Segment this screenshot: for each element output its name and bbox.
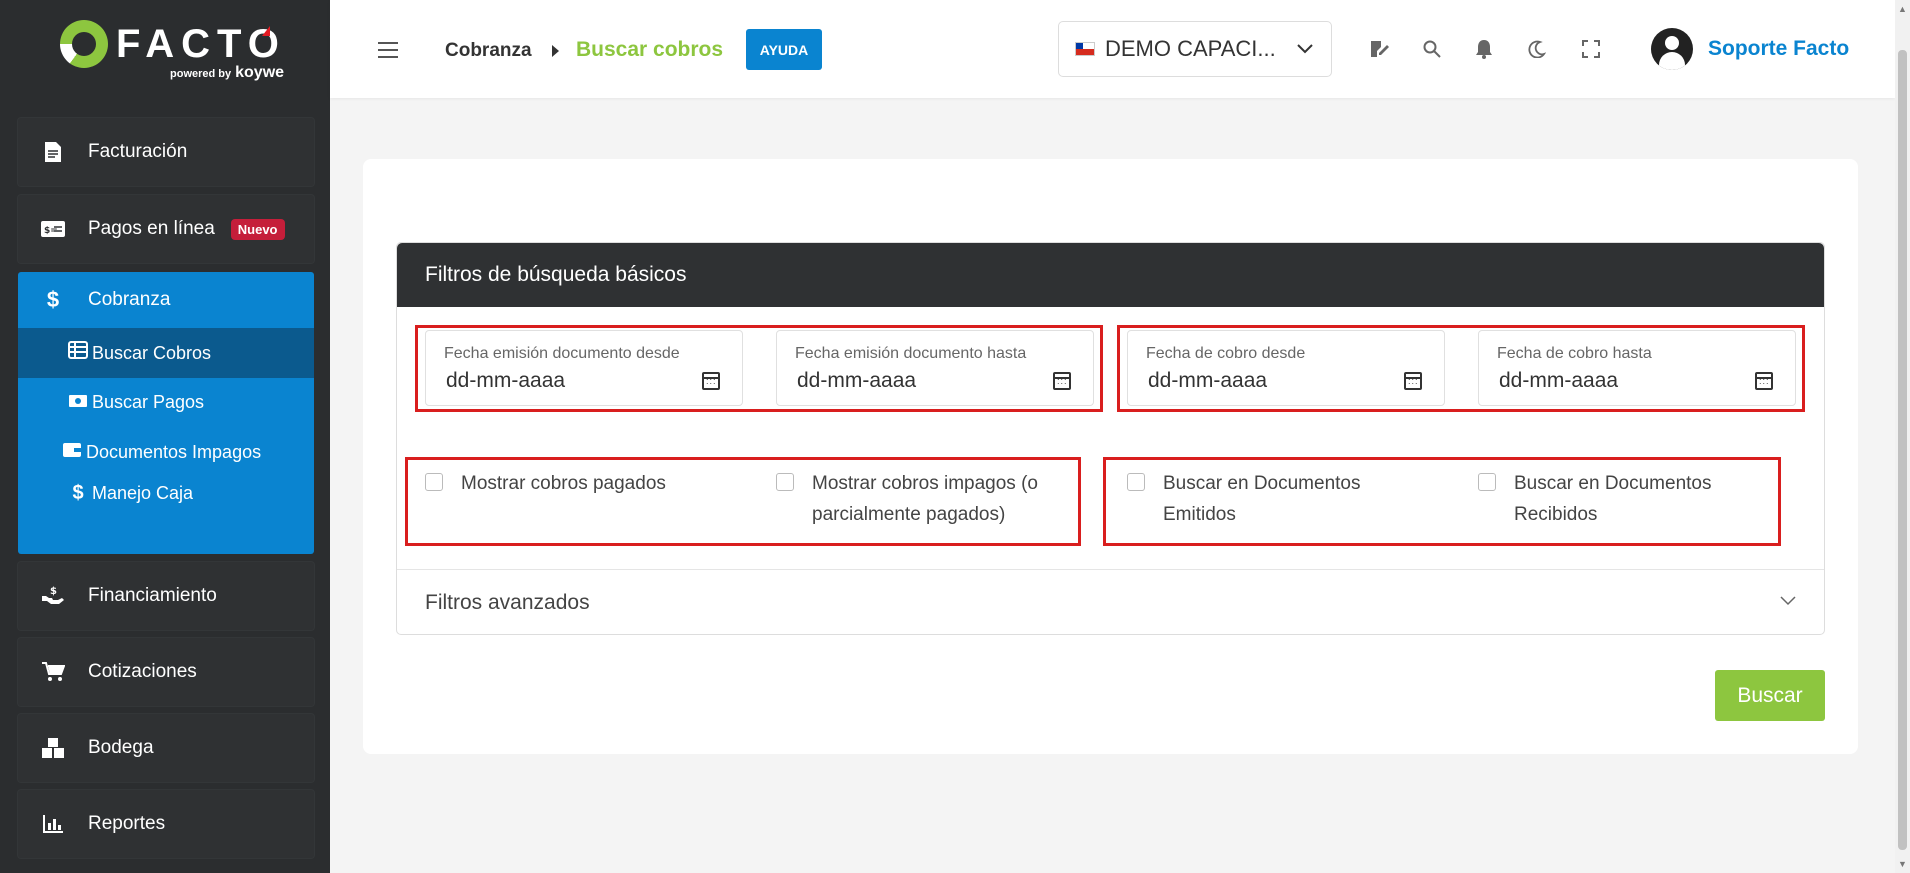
boxes-icon [36, 737, 70, 759]
chart-icon [36, 814, 70, 834]
sidebar-item-reportes[interactable]: Reportes [18, 790, 314, 858]
fecha-emision-hasta-field[interactable]: Fecha emisión documento hasta dd-mm-aaaa [776, 330, 1094, 406]
sidebar-item-pagos-en-linea[interactable]: $= Pagos en línea Nuevo [18, 195, 314, 263]
breadcrumb-separator-icon [552, 45, 559, 57]
company-selector[interactable]: DEMO CAPACI... [1058, 21, 1332, 77]
mostrar-cobros-pagados-checkbox[interactable]: Mostrar cobros pagados [425, 468, 725, 499]
sidebar-item-label: Pagos en línea [88, 218, 215, 239]
top-header: Cobranza Buscar cobros AYUDA DEMO CAPACI… [330, 0, 1895, 98]
banknote-icon [66, 390, 90, 415]
checkbox-label: Buscar en Documentos Emitidos [1163, 473, 1361, 525]
page-scrollbar[interactable]: ▲ ▼ [1895, 0, 1910, 873]
user-avatar[interactable] [1651, 28, 1693, 70]
date-field-label: Fecha de cobro hasta [1497, 345, 1652, 362]
sidebar-item-label: Financiamiento [88, 585, 217, 606]
date-field-value: dd-mm-aaaa [1499, 369, 1619, 392]
dollar-icon: $ [72, 482, 84, 504]
menu-toggle-icon[interactable] [378, 42, 398, 58]
sidebar-subitem-label: Buscar Pagos [92, 392, 205, 412]
date-field-value: dd-mm-aaaa [797, 369, 917, 392]
basic-filters-title: Filtros de búsqueda básicos [397, 243, 1824, 307]
chevron-down-icon [1780, 590, 1796, 611]
user-name[interactable]: Soporte Facto [1708, 37, 1849, 61]
sidebar-subitem-manejo-caja[interactable]: $ Manejo Caja [18, 481, 314, 506]
moon-icon[interactable] [1524, 36, 1550, 62]
signature-icon[interactable] [1366, 36, 1392, 62]
sidebar-item-cotizaciones[interactable]: Cotizaciones [18, 638, 314, 706]
calendar-icon[interactable] [702, 372, 720, 390]
svg-text:$: $ [50, 586, 57, 597]
sidebar-item-label: Cobranza [88, 289, 171, 310]
date-field-value: dd-mm-aaaa [1148, 369, 1268, 392]
sidebar-group-cobranza: $ Cobranza Buscar Cobros Buscar Pagos Do… [18, 272, 314, 554]
breadcrumb-current: Buscar cobros [576, 38, 724, 61]
fecha-cobro-hasta-field[interactable]: Fecha de cobro hasta dd-mm-aaaa [1478, 330, 1796, 406]
date-field-value: dd-mm-aaaa [446, 369, 566, 392]
mostrar-cobros-impagos-checkbox[interactable]: Mostrar cobros impagos (o parcialmente p… [776, 468, 1066, 530]
checkbox-box[interactable] [1127, 473, 1145, 491]
calendar-icon[interactable] [1053, 372, 1071, 390]
bell-icon[interactable] [1471, 36, 1497, 62]
logo-accent-icon [262, 26, 270, 36]
fecha-emision-desde-field[interactable]: Fecha emisión documento desde dd-mm-aaaa [425, 330, 743, 406]
checkbox-box[interactable] [776, 473, 794, 491]
company-name: DEMO CAPACI... [1105, 36, 1276, 61]
scroll-down-icon[interactable]: ▼ [1898, 859, 1907, 869]
powered-text: powered by [170, 68, 232, 80]
sidebar-item-label: Cotizaciones [88, 661, 197, 682]
scroll-up-icon[interactable]: ▲ [1898, 4, 1907, 14]
checkbox-label: Buscar en Documentos Recibidos [1514, 473, 1712, 525]
sidebar-item-facturacion[interactable]: Facturación [18, 118, 314, 186]
date-field-label: Fecha emisión documento hasta [795, 345, 1027, 362]
sidebar-item-bodega[interactable]: Bodega [18, 714, 314, 782]
checkbox-label: Mostrar cobros impagos (o parcialmente p… [812, 473, 1038, 525]
date-field-label: Fecha de cobro desde [1146, 345, 1306, 362]
sidebar-item-label: Facturación [88, 141, 188, 162]
search-icon[interactable] [1419, 36, 1445, 62]
breadcrumb-root[interactable]: Cobranza [445, 40, 532, 62]
facto-logo-mark-icon [60, 20, 108, 68]
checkbox-label: Mostrar cobros pagados [461, 473, 666, 494]
date-field-label: Fecha emisión documento desde [444, 345, 680, 362]
sidebar-subitem-buscar-pagos[interactable]: Buscar Pagos [18, 390, 314, 415]
sidebar-subitem-buscar-cobros[interactable]: Buscar Cobros [18, 328, 314, 378]
fecha-cobro-desde-field[interactable]: Fecha de cobro desde dd-mm-aaaa [1127, 330, 1445, 406]
sidebar-item-financiamiento[interactable]: $ Financiamiento [18, 562, 314, 630]
help-button[interactable]: AYUDA [746, 29, 822, 70]
sidebar-item-cobranza[interactable]: $ Cobranza [18, 272, 314, 328]
search-button[interactable]: Buscar [1715, 670, 1825, 721]
calendar-icon[interactable] [1404, 372, 1422, 390]
wallet-icon [60, 440, 84, 465]
advanced-filters-label: Filtros avanzados [425, 591, 590, 614]
sidebar-subitem-label: Manejo Caja [92, 483, 194, 503]
logo-powered: powered by koywe [170, 64, 284, 82]
calendar-icon[interactable] [1755, 372, 1773, 390]
facto-logo[interactable]: FACTO powered by koywe [0, 0, 330, 96]
sidebar-subitem-documentos-impagos[interactable]: Documentos Impagos [18, 440, 278, 465]
list-icon [66, 340, 90, 366]
company-text: koywe [235, 64, 285, 81]
chevron-down-icon [1297, 38, 1313, 59]
dollar-icon: $ [46, 287, 60, 312]
new-badge: Nuevo [230, 218, 285, 240]
cart-icon [36, 661, 70, 683]
checkbox-box[interactable] [1478, 473, 1496, 491]
sidebar-subitem-label: Buscar Cobros [92, 342, 212, 363]
hand-dollar-icon: $ [36, 585, 70, 607]
logo-text: FACTO [116, 22, 286, 66]
sidebar-item-label: Bodega [88, 737, 154, 758]
sidebar: FACTO powered by koywe Facturación $= Pag… [0, 0, 330, 873]
file-icon [36, 141, 70, 163]
scroll-thumb[interactable] [1898, 50, 1907, 850]
advanced-filters-toggle[interactable]: Filtros avanzados [397, 569, 1824, 636]
money-card-icon: $= [36, 220, 70, 238]
buscar-documentos-recibidos-checkbox[interactable]: Buscar en Documentos Recibidos [1478, 468, 1748, 530]
sidebar-item-label: Reportes [88, 813, 166, 834]
fullscreen-icon[interactable] [1578, 36, 1604, 62]
buscar-documentos-emitidos-checkbox[interactable]: Buscar en Documentos Emitidos [1127, 468, 1387, 530]
sidebar-subitem-label: Documentos Impagos [86, 442, 262, 462]
checkbox-box[interactable] [425, 473, 443, 491]
chile-flag-icon [1075, 42, 1095, 56]
